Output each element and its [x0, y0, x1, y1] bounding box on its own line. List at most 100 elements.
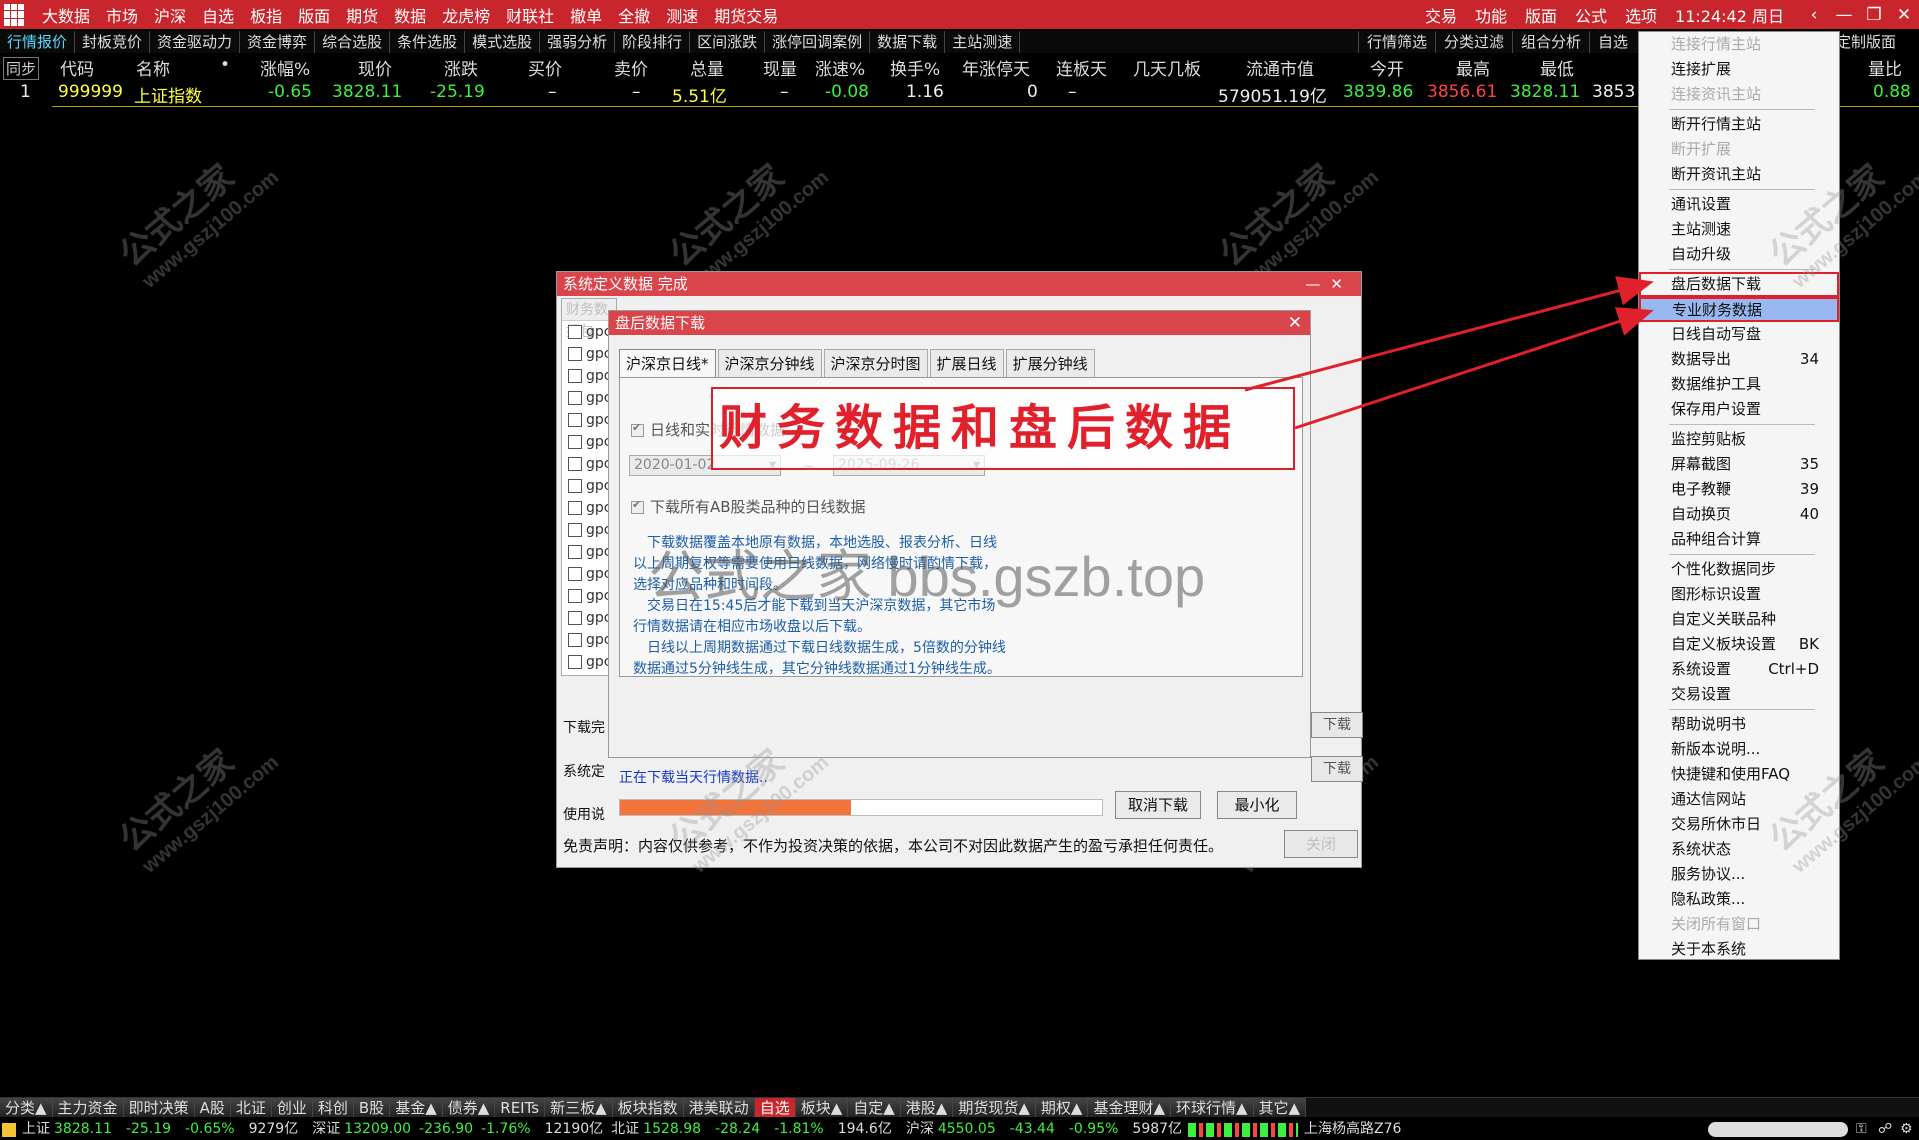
menu-item-function-37[interactable]: 系统状态: [1639, 837, 1839, 862]
checkbox-icon[interactable]: [568, 391, 582, 405]
checkbox-icon[interactable]: [568, 545, 582, 559]
bottom-tab-17[interactable]: 港股▲: [900, 1098, 954, 1117]
checkbox-icon[interactable]: [568, 435, 582, 449]
tab-2[interactable]: 资金驱动力: [150, 31, 241, 53]
menu-item-12[interactable]: 测速: [658, 3, 706, 27]
bottom-tab-19[interactable]: 期权▲: [1035, 1098, 1089, 1117]
checkbox-icon[interactable]: [568, 633, 582, 647]
tab-self[interactable]: 自选: [1589, 31, 1636, 53]
menu-item-function-6[interactable]: 断开资讯主站: [1639, 162, 1839, 187]
cancel-download-button[interactable]: 取消下载: [1115, 791, 1201, 819]
col-code[interactable]: 代码: [60, 55, 94, 80]
menu-item-function-39[interactable]: 隐私政策...: [1639, 887, 1839, 912]
menu-item-7[interactable]: 数据: [386, 3, 434, 27]
tab-ext-daily[interactable]: 扩展日线: [929, 349, 1004, 380]
menu-item-1[interactable]: 市场: [98, 3, 146, 27]
menu-options[interactable]: 选项: [1616, 3, 1666, 27]
tab-7[interactable]: 强弱分析: [540, 31, 616, 53]
checkbox-icon[interactable]: [568, 479, 582, 493]
bottom-tab-20[interactable]: 基金理财▲: [1088, 1098, 1171, 1117]
tab-daily[interactable]: 沪深京日线*: [619, 349, 716, 380]
tab-6[interactable]: 模式选股: [465, 31, 541, 53]
menu-item-13[interactable]: 期货交易: [706, 3, 786, 27]
menu-item-function-36[interactable]: 交易所休市日: [1639, 812, 1839, 837]
tab-12[interactable]: 主站测速: [945, 31, 1021, 53]
tab-timeshare[interactable]: 沪深京分时图: [823, 349, 928, 380]
menu-function[interactable]: 功能: [1466, 3, 1516, 27]
menu-item-function-9[interactable]: 主站测速: [1639, 217, 1839, 242]
menu-trade[interactable]: 交易: [1416, 3, 1466, 27]
tab-10[interactable]: 涨停回调案例: [765, 31, 871, 53]
tab-4[interactable]: 综合选股: [315, 31, 391, 53]
bottom-tab-3[interactable]: A股: [194, 1098, 231, 1117]
menu-item-function-33[interactable]: 新版本说明...: [1639, 737, 1839, 762]
restore-icon[interactable]: ❐: [1859, 5, 1889, 25]
bottom-tab-6[interactable]: 科创: [312, 1098, 354, 1117]
bottom-tab-11[interactable]: 新三板▲: [545, 1098, 613, 1117]
col-days-boards[interactable]: 几天几板: [1133, 55, 1201, 80]
menu-item-function-10[interactable]: 自动升级: [1639, 242, 1839, 267]
table-row[interactable]: 1 999999 上证指数 -0.65 3828.11 -25.19 – – 5…: [0, 82, 1919, 108]
menu-item-function-19[interactable]: 监控剪贴板: [1639, 427, 1839, 452]
menu-item-5[interactable]: 版面: [290, 3, 338, 27]
lock-icon[interactable]: ⚿: [1856, 1119, 1867, 1140]
menu-item-function-35[interactable]: 通达信网站: [1639, 787, 1839, 812]
bottom-tab-4[interactable]: 北证: [230, 1098, 272, 1117]
menu-item-function-16[interactable]: 数据维护工具: [1639, 372, 1839, 397]
menu-item-11[interactable]: 全撤: [610, 3, 658, 27]
checkbox-icon[interactable]: [568, 523, 582, 537]
bottom-tab-9[interactable]: 债券▲: [442, 1098, 496, 1117]
col-market-cap[interactable]: 流通市值: [1246, 55, 1314, 80]
bottom-tab-22[interactable]: 其它▲: [1253, 1098, 1307, 1117]
tab-0[interactable]: 行情报价: [0, 31, 76, 53]
tab-category-filter[interactable]: 分类过滤: [1435, 31, 1512, 53]
menu-item-function-14[interactable]: 日线自动写盘: [1639, 322, 1839, 347]
bottom-tab-0[interactable]: 分类▲: [0, 1098, 53, 1117]
bottom-tab-2[interactable]: 即时决策: [123, 1098, 195, 1117]
menu-item-function-17[interactable]: 保存用户设置: [1639, 397, 1839, 422]
col-change[interactable]: 涨跌: [444, 55, 478, 80]
col-year-limit[interactable]: 年涨停天: [962, 55, 1030, 80]
bottom-tab-16[interactable]: 自定▲: [848, 1098, 901, 1117]
col-change-pct[interactable]: 涨幅%: [260, 55, 310, 80]
menu-formula[interactable]: 公式: [1566, 3, 1616, 27]
col-cur-vol[interactable]: 现量: [763, 55, 797, 80]
bottom-tab-5[interactable]: 创业: [271, 1098, 313, 1117]
checkbox-icon[interactable]: [568, 567, 582, 581]
bottom-tab-15[interactable]: 板块▲: [795, 1098, 849, 1117]
bottom-tab-10[interactable]: REITs: [495, 1098, 546, 1117]
checkbox-icon[interactable]: [568, 325, 582, 339]
col-high[interactable]: 最高: [1456, 55, 1490, 80]
menu-item-function-28[interactable]: 自定义板块设置 BK: [1639, 632, 1839, 657]
dialog-close-icon[interactable]: ✕: [1288, 311, 1302, 335]
checkbox-icon[interactable]: [568, 655, 582, 669]
col-speed[interactable]: 涨速%: [815, 55, 865, 80]
menu-item-function-4[interactable]: 断开行情主站: [1639, 112, 1839, 137]
tab-8[interactable]: 阶段排行: [615, 31, 691, 53]
checkbox-icon[interactable]: [568, 611, 582, 625]
menu-item-function-15[interactable]: 数据导出 34: [1639, 347, 1839, 372]
menu-item-function-32[interactable]: 帮助说明书: [1639, 712, 1839, 737]
menu-item-4[interactable]: 板指: [242, 3, 290, 27]
col-vol-ratio[interactable]: 量比: [1868, 55, 1902, 80]
close-button[interactable]: 关闭: [1284, 830, 1358, 858]
ab-shares-checkbox[interactable]: 下载所有AB股类品种的日线数据: [631, 496, 866, 517]
menu-item-9[interactable]: 财联社: [498, 3, 562, 27]
tab-11[interactable]: 数据下载: [870, 31, 946, 53]
bottom-tab-8[interactable]: 基金▲: [390, 1098, 443, 1117]
menu-item-function-30[interactable]: 交易设置: [1639, 682, 1839, 707]
custom-layout-button[interactable]: 定制版面: [1836, 31, 1896, 53]
menu-item-function-23[interactable]: 品种组合计算: [1639, 527, 1839, 552]
dialog-window-controls[interactable]: —✕: [1305, 272, 1353, 296]
col-low[interactable]: 最低: [1540, 55, 1574, 80]
bottom-tab-18[interactable]: 期货现货▲: [953, 1098, 1036, 1117]
col-volume[interactable]: 总量: [690, 55, 724, 80]
col-price[interactable]: 现价: [358, 55, 392, 80]
close-icon[interactable]: ✕: [1889, 5, 1919, 25]
checkbox-icon[interactable]: [568, 589, 582, 603]
menu-item-0[interactable]: 大数据: [34, 3, 98, 27]
col-name[interactable]: 名称: [136, 55, 170, 80]
menu-item-function-20[interactable]: 屏幕截图 35: [1639, 452, 1839, 477]
menu-layout[interactable]: 版面: [1516, 3, 1566, 27]
checkbox-icon[interactable]: [568, 501, 582, 515]
